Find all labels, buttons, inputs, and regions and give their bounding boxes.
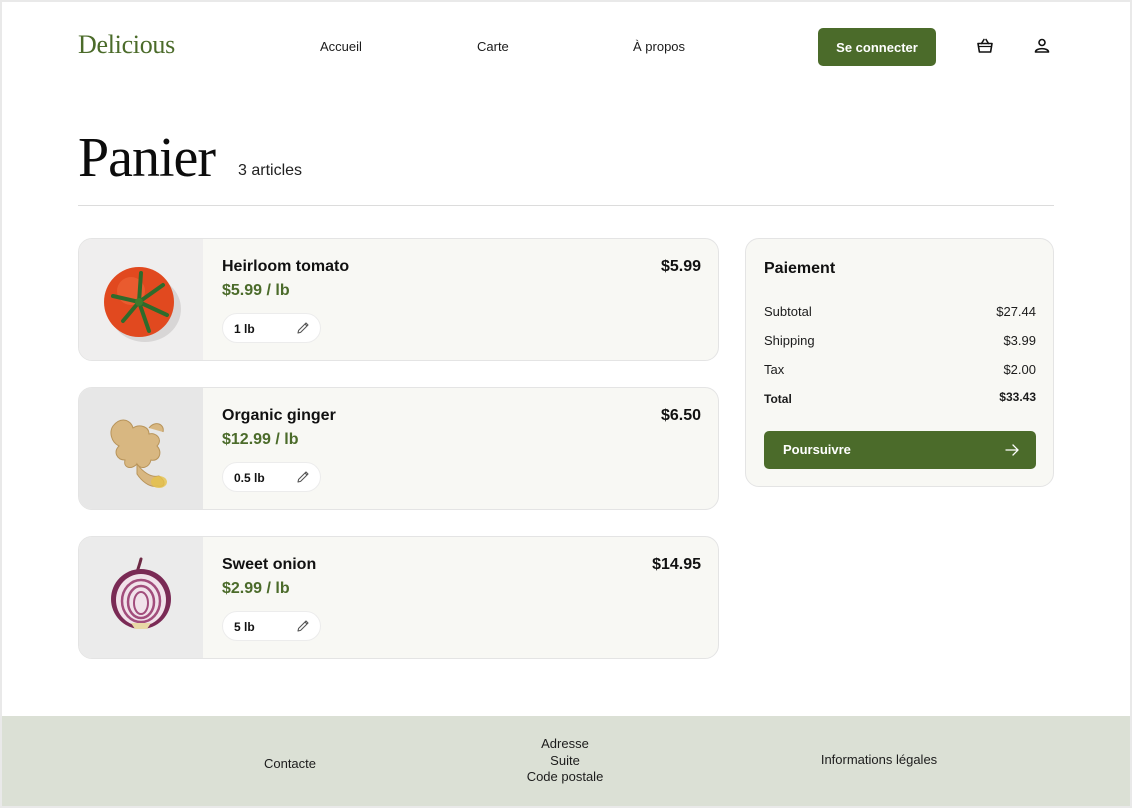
logo[interactable]: Delicious xyxy=(78,30,175,60)
item-name: Organic ginger xyxy=(222,407,336,424)
pencil-icon[interactable] xyxy=(295,618,311,634)
cart-item-onion: Sweet onion $2.99 / lb $14.95 5 lb xyxy=(78,536,719,659)
footer-address-line: Adresse xyxy=(541,736,589,751)
cart-item-ginger: Organic ginger $12.99 / lb $6.50 0.5 lb xyxy=(78,387,719,510)
pencil-icon[interactable] xyxy=(295,320,311,336)
shipping-row: Shipping $3.99 xyxy=(764,333,1036,351)
item-count: 3 articles xyxy=(238,162,303,179)
login-button[interactable]: Se connecter xyxy=(818,28,936,66)
user-icon[interactable] xyxy=(1032,36,1052,56)
quantity-value: 0.5 lb xyxy=(234,471,265,485)
footer-legal[interactable]: Informations légales xyxy=(809,752,949,767)
continue-label: Poursuivre xyxy=(783,442,851,457)
line-total: $14.95 xyxy=(652,556,701,573)
payment-summary: Paiement Subtotal $27.44 Shipping $3.99 … xyxy=(745,238,1054,487)
footer-address-line: Suite xyxy=(550,752,580,768)
item-name: Heirloom tomato xyxy=(222,258,350,275)
subtotal-row: Subtotal $27.44 xyxy=(764,304,1036,322)
ginger-image xyxy=(79,388,203,509)
arrow-right-icon xyxy=(1004,442,1020,458)
nav-link-carte[interactable]: Carte xyxy=(477,39,509,54)
page-title: Panier xyxy=(78,127,216,189)
onion-image xyxy=(79,537,203,658)
total-value: $33.43 xyxy=(999,390,1036,404)
unit-price: $12.99 / lb xyxy=(222,431,299,448)
footer-address: Adresse Suite Code postale xyxy=(505,736,625,786)
quantity-selector[interactable]: 1 lb xyxy=(222,313,321,343)
page: Delicious Accueil Carte À propos Se conn… xyxy=(2,2,1130,806)
basket-icon[interactable] xyxy=(975,36,995,56)
footer-address-line: Code postale xyxy=(526,769,604,784)
nav-link-accueil[interactable]: Accueil xyxy=(320,39,362,54)
quantity-selector[interactable]: 5 lb xyxy=(222,611,321,641)
subtotal-label: Subtotal xyxy=(764,304,812,319)
unit-price: $5.99 / lb xyxy=(222,282,290,299)
footer-contact[interactable]: Contacte xyxy=(250,756,330,771)
tax-label: Tax xyxy=(764,362,785,377)
shipping-label: Shipping xyxy=(764,333,815,348)
pencil-icon[interactable] xyxy=(295,469,311,485)
total-label: Total xyxy=(764,392,792,406)
quantity-selector[interactable]: 0.5 lb xyxy=(222,462,321,492)
continue-button[interactable]: Poursuivre xyxy=(764,431,1036,469)
footer: Contacte Adresse Suite Code postale Info… xyxy=(2,716,1130,806)
tax-value: $2.00 xyxy=(1003,362,1036,377)
tax-row: Tax $2.00 xyxy=(764,362,1036,380)
line-total: $5.99 xyxy=(660,258,701,275)
quantity-value: 1 lb xyxy=(234,322,255,336)
item-name: Sweet onion xyxy=(222,556,317,573)
total-row: Total $33.43 xyxy=(764,390,1036,408)
quantity-value: 5 lb xyxy=(234,620,255,634)
tomato-image xyxy=(79,239,203,360)
subtotal-value: $27.44 xyxy=(996,304,1036,319)
header: Delicious Accueil Carte À propos Se conn… xyxy=(2,2,1130,92)
divider xyxy=(78,205,1054,206)
cart-item-tomato: Heirloom tomato $5.99 / lb $5.99 1 lb xyxy=(78,238,719,361)
unit-price: $2.99 / lb xyxy=(222,580,290,597)
nav-link-a-propos[interactable]: À propos xyxy=(633,39,685,54)
shipping-value: $3.99 xyxy=(1003,333,1036,348)
line-total: $6.50 xyxy=(660,407,701,424)
payment-title: Paiement xyxy=(764,260,836,277)
